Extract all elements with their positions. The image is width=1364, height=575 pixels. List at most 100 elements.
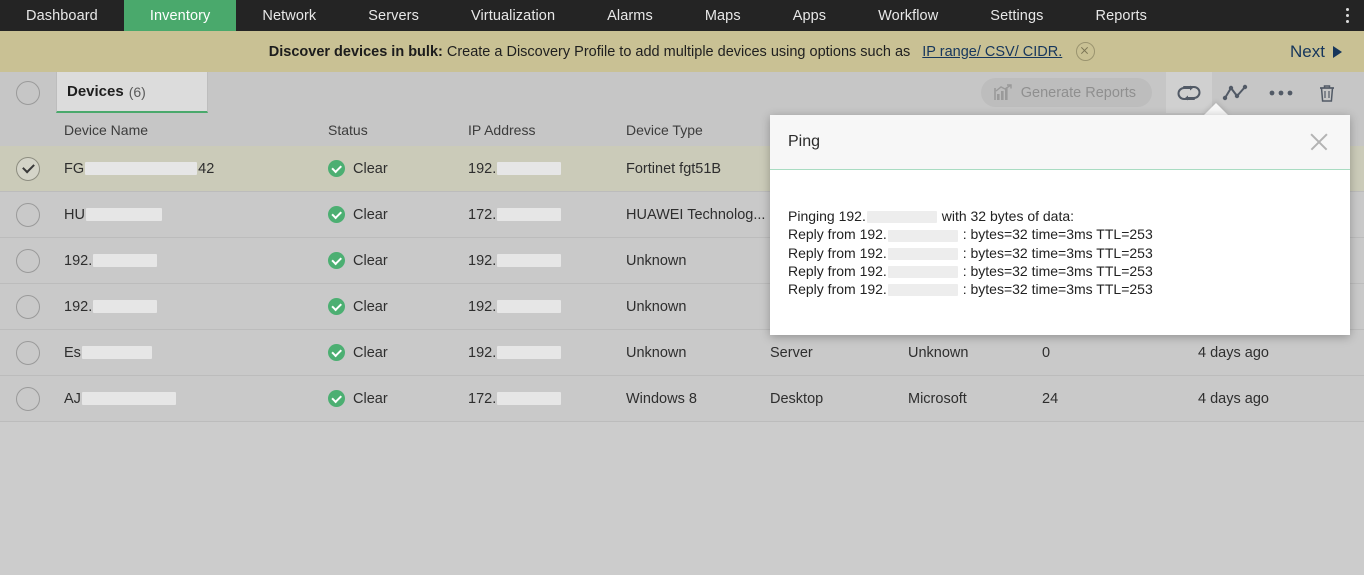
redacted-text	[887, 284, 958, 297]
ellipsis-icon[interactable]	[1258, 72, 1304, 113]
redacted-text	[887, 247, 958, 260]
status-badge: Clear	[328, 344, 388, 361]
discovery-banner: Discover devices in bulk: Create a Disco…	[0, 31, 1364, 72]
cell-status: Clear	[328, 376, 458, 421]
nav-item-workflow[interactable]: Workflow	[852, 0, 964, 31]
cell-last-seen: 4 days ago	[1198, 390, 1269, 407]
ip-prefix: 192.	[468, 252, 497, 269]
redacted-text	[81, 392, 176, 405]
nav-item-inventory[interactable]: Inventory	[123, 0, 237, 31]
status-badge: Clear	[328, 206, 388, 223]
cell-device-name[interactable]: FG 42	[64, 146, 320, 191]
device-name-prefix: FG	[64, 160, 85, 177]
status-badge: Clear	[328, 390, 388, 407]
nav-item-settings[interactable]: Settings	[964, 0, 1069, 31]
device-name-prefix: Es	[64, 344, 81, 361]
cell-ip-address: 192.	[468, 330, 618, 375]
status-label: Clear	[353, 252, 388, 269]
column-header-ip-address[interactable]: IP Address	[468, 113, 618, 146]
banner-discovery-link[interactable]: IP range/ CSV/ CIDR.	[922, 44, 1062, 60]
redacted-text	[497, 208, 562, 221]
ping-output-line: Reply from 192. : bytes=32 time=3ms TTL=…	[788, 280, 1350, 298]
redacted-text	[93, 300, 158, 313]
nav-item-dashboard[interactable]: Dashboard	[0, 0, 124, 31]
column-header-status[interactable]: Status	[328, 113, 458, 146]
redacted-text	[497, 392, 562, 405]
ping-line-suffix: : bytes=32 time=3ms TTL=253	[958, 281, 1153, 298]
ping-popup-header: Ping	[770, 115, 1350, 170]
cell-device-name[interactable]: HU	[64, 192, 320, 237]
devices-toolbar: Devices (6) Generate Reports	[0, 72, 1364, 114]
banner-description: Create a Discovery Profile to add multip…	[446, 43, 911, 60]
device-name-prefix: HU	[64, 206, 85, 223]
device-name-prefix: AJ	[64, 390, 81, 407]
app-root: Dashboard Inventory Network Servers Virtuali…	[0, 0, 1364, 575]
checked-circle-icon[interactable]	[16, 156, 40, 181]
cell-status: Clear	[328, 146, 458, 191]
row-checkbox-cell	[0, 330, 56, 375]
cell-device-name[interactable]: 192.	[64, 284, 320, 329]
nav-item-reports[interactable]: Reports	[1070, 0, 1173, 31]
redacted-text	[497, 346, 562, 359]
empty-circle-checkbox-icon[interactable]	[16, 248, 40, 273]
nav-item-apps[interactable]: Apps	[767, 0, 852, 31]
empty-circle-checkbox-icon[interactable]	[16, 386, 40, 411]
check-circle-icon	[328, 298, 345, 315]
trash-icon[interactable]	[1304, 72, 1350, 113]
cell-ip-address: 172.	[468, 192, 618, 237]
ping-output-line: Reply from 192. : bytes=32 time=3ms TTL=…	[788, 225, 1350, 243]
cell-ip-address: 172.	[468, 376, 618, 421]
ip-prefix: 172.	[468, 206, 497, 223]
nav-item-maps[interactable]: Maps	[679, 0, 767, 31]
bar-chart-icon	[993, 84, 1012, 101]
table-row[interactable]: Es Clear 192. Unknown Server Unknown 0 4 days a…	[0, 330, 1364, 376]
select-all-cell	[0, 72, 56, 113]
cell-device-type: Unknown	[626, 252, 687, 269]
check-circle-icon	[328, 344, 345, 361]
cell-count: 24	[1042, 390, 1059, 407]
status-label: Clear	[353, 160, 388, 177]
kebab-menu-icon[interactable]	[1330, 0, 1364, 31]
status-label: Clear	[353, 206, 388, 223]
banner-next-button[interactable]: Next	[1290, 31, 1342, 72]
close-icon[interactable]	[1076, 42, 1096, 61]
column-header-device-type[interactable]: Device Type	[626, 113, 766, 146]
empty-circle-checkbox-icon[interactable]	[16, 202, 40, 227]
row-checkbox-cell	[0, 192, 56, 237]
cell-device-name[interactable]: 192.	[64, 238, 320, 283]
redacted-text	[85, 208, 162, 221]
ping-line-suffix: : bytes=32 time=3ms TTL=253	[958, 262, 1153, 279]
status-label: Clear	[353, 344, 388, 361]
banner-content: Discover devices in bulk: Create a Disco…	[268, 42, 1096, 61]
empty-circle-checkbox-icon[interactable]	[16, 294, 40, 319]
table-row[interactable]: AJ Clear 172. Windows 8 Desktop Microsoft 24 4 …	[0, 376, 1364, 422]
nav-item-virtualization[interactable]: Virtualization	[445, 0, 581, 31]
close-x-icon[interactable]	[1306, 129, 1332, 155]
ping-line-prefix: Reply from 192.	[788, 226, 887, 243]
generate-reports-button[interactable]: Generate Reports	[980, 78, 1152, 107]
generate-reports-label: Generate Reports	[1020, 84, 1136, 101]
cell-device-type: Fortinet fgt51B	[626, 160, 722, 177]
nav-item-alarms[interactable]: Alarms	[581, 0, 679, 31]
empty-circle-checkbox-icon[interactable]	[16, 340, 40, 365]
device-name-suffix: 42	[198, 160, 215, 177]
ip-prefix: 172.	[468, 390, 497, 407]
cell-last-seen: 4 days ago	[1198, 344, 1269, 361]
banner-headline: Discover devices in bulk:	[268, 43, 443, 60]
nav-item-servers[interactable]: Servers	[342, 0, 445, 31]
cell-ip-address: 192.	[468, 146, 618, 191]
ping-output-line: Reply from 192. : bytes=32 time=3ms TTL=…	[788, 262, 1350, 280]
cell-device-name[interactable]: Es	[64, 330, 320, 375]
nav-item-network[interactable]: Network	[236, 0, 342, 31]
ping-output-line: Reply from 192. : bytes=32 time=3ms TTL=…	[788, 244, 1350, 262]
ping-line-suffix: : bytes=32 time=3ms TTL=253	[958, 226, 1153, 243]
check-circle-icon	[328, 160, 345, 177]
ip-prefix: 192.	[468, 344, 497, 361]
column-header-device-name[interactable]: Device Name	[64, 113, 320, 146]
row-checkbox-cell	[0, 146, 56, 191]
cell-device-name[interactable]: AJ	[64, 376, 320, 421]
ping-popup: Ping Pinging 192. with 32 bytes of data:…	[770, 115, 1350, 335]
ping-line-prefix: Reply from 192.	[788, 244, 887, 261]
empty-circle-checkbox-icon[interactable]	[16, 80, 40, 105]
tab-devices[interactable]: Devices (6)	[56, 72, 208, 113]
